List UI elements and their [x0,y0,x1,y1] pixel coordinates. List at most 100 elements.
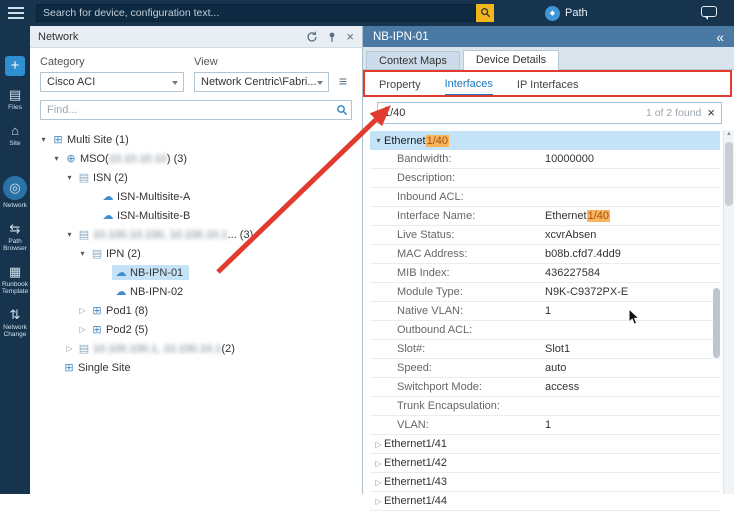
find-search-icon[interactable] [336,104,348,119]
expander-icon[interactable]: ▷ [373,478,384,487]
inner-scrollbar-thumb[interactable] [713,288,720,358]
tree-item-nb-ipn-02[interactable]: ☁ NB-IPN-02 [30,282,362,301]
expander-icon[interactable]: ▾ [64,173,75,182]
redacted-text: 10.100.10.100, 10.100.10.1 [93,229,228,241]
network-change-icon: ⇅ [10,308,21,322]
runbook-template-icon: ▦ [9,265,21,279]
expander-icon[interactable]: ▷ [77,306,88,315]
expander-icon[interactable]: ▾ [64,230,75,239]
path-menu[interactable]: ◆ Path [545,4,588,22]
view-label: View [194,56,352,68]
pod-icon: ⊞ [90,323,104,336]
property-row: Inbound ACL: [370,188,720,207]
redacted-text: 10.10.10.10 [109,153,167,165]
sidebar-item-path-browser[interactable]: ⇆ Path Browser [0,222,30,252]
group-icon: ▤ [77,228,91,241]
tree-item-pod1[interactable]: ▷ ⊞ Pod1 (8) [30,301,362,320]
selected-tree-item[interactable]: ☁ NB-IPN-01 [112,265,189,280]
interface-search-input[interactable] [378,107,646,119]
tree-item-isn-multisite-b[interactable]: ☁ ISN-Multisite-B [30,206,362,225]
search-button[interactable] [476,4,494,22]
group-icon: ▤ [90,247,104,260]
tree-item-pod2[interactable]: ▷ ⊞ Pod2 (5) [30,320,362,339]
interface-group-ethernet-1-40[interactable]: ▾ Ethernet1/40 [370,131,720,150]
collapse-panel-icon[interactable]: « [716,30,724,44]
globe-icon: ⊕ [64,152,78,165]
interface-group-ethernet-1-43[interactable]: ▷ Ethernet1/43 [370,473,720,492]
clear-search-icon[interactable]: × [707,107,715,119]
chevron-down-icon [317,81,323,85]
files-icon: ▤ [9,88,21,102]
scrollbar-thumb[interactable] [725,142,733,206]
property-row: Slot#: Slot1 [370,340,720,359]
view-select[interactable]: Network Centric\Fabri... [194,72,329,92]
sidebar-item-runbook-template[interactable]: ▦ Runbook Template [0,265,30,295]
category-label: Category [40,56,184,68]
scroll-up-icon[interactable]: ▲ [724,131,734,137]
tab-interfaces[interactable]: Interfaces [445,72,493,96]
device-cloud-icon: ☁ [114,285,128,298]
tab-property[interactable]: Property [379,73,421,95]
interface-group-ethernet-1-44[interactable]: ▷ Ethernet1/44 [370,492,720,511]
path-label: Path [565,7,588,19]
property-row: Outbound ACL: [370,321,720,340]
expander-icon[interactable]: ▷ [77,325,88,334]
expander-icon[interactable]: ▾ [51,154,62,163]
tree-item-fabric2[interactable]: ▷ ▤ 10.100.100.1, 10.100.10.1 (2) [30,339,362,358]
sidebar-item-site[interactable]: ⌂ Site [0,124,30,147]
tab-device-details[interactable]: Device Details [463,50,559,70]
vertical-scrollbar[interactable]: ▲ [723,130,734,494]
group-icon: ▤ [77,171,91,184]
expander-icon[interactable]: ▾ [77,249,88,258]
search-result-count: 1 of 2 found [646,107,701,119]
device-cloud-icon: ☁ [101,209,115,222]
tree-item-fabric[interactable]: ▾ ▤ 10.100.10.100, 10.100.10.1... (3) [30,225,362,244]
expander-icon[interactable]: ▾ [373,136,384,145]
property-row: Trunk Encapsulation: [370,397,720,416]
filters: Category Cisco ACI View Network Centric\… [30,48,362,92]
active-highlight: ◎ [3,176,27,200]
global-search [36,4,494,22]
tree-item-ipn[interactable]: ▾ ▤ IPN (2) [30,244,362,263]
tab-context-maps[interactable]: Context Maps [366,51,460,69]
main-menu-icon[interactable] [8,7,24,22]
group-icon: ▤ [77,342,91,355]
tree-item-nb-ipn-01[interactable]: ☁ NB-IPN-01 [30,263,362,282]
interface-group-ethernet-1-42[interactable]: ▷ Ethernet1/42 [370,454,720,473]
close-icon[interactable]: × [346,31,354,43]
expander-icon[interactable]: ▷ [373,440,384,449]
device-name: NB-IPN-01 [373,31,429,43]
category-select[interactable]: Cisco ACI [40,72,184,92]
interface-list: ▾ Ethernet1/40 Bandwidth: 10000000 Descr… [370,131,720,511]
property-row: MAC Address: b08b.cfd7.4dd9 [370,245,720,264]
interface-group-ethernet-1-41[interactable]: ▷ Ethernet1/41 [370,435,720,454]
details-subtab-bar: Property Interfaces IP Interfaces [363,70,734,97]
tab-ip-interfaces[interactable]: IP Interfaces [517,73,579,95]
tree-item-isn[interactable]: ▾ ▤ ISN (2) [30,168,362,187]
tree-item-isn-multisite-a[interactable]: ☁ ISN-Multisite-A [30,187,362,206]
tree-item-single-site[interactable]: ⊞ Single Site [30,358,362,377]
network-icon: ◎ [9,181,20,195]
device-details-header: NB-IPN-01 « [363,26,734,47]
sidebar-item-network[interactable]: ◎ Network [0,176,30,209]
expander-icon[interactable]: ▷ [373,497,384,506]
pin-icon[interactable] [326,31,338,43]
details-tab-bar: Context Maps Device Details [363,47,734,70]
chevron-down-icon [172,81,178,85]
tree-item-mso[interactable]: ▾ ⊕ MSO(10.10.10.10) (3) [30,149,362,168]
find-input[interactable] [40,100,352,120]
refresh-icon[interactable] [306,31,318,43]
tree-item-multi-site[interactable]: ▾ ⊞ Multi Site (1) [30,130,362,149]
expander-icon[interactable]: ▾ [38,135,49,144]
sidebar-item-files[interactable]: ▤ Files [0,88,30,111]
sidebar-item-network-change[interactable]: ⇅ Network Change [0,308,30,338]
search-icon [480,6,491,21]
feedback-bubble-icon[interactable] [701,6,717,17]
view-menu-icon[interactable]: ≡ [334,73,352,91]
expander-icon[interactable]: ▷ [373,459,384,468]
expander-icon[interactable]: ▷ [64,344,75,353]
global-search-input[interactable] [36,4,476,22]
add-button[interactable]: + [5,56,25,76]
property-row: Bandwidth: 10000000 [370,150,720,169]
network-panel: Network × Category Cisco ACI View Networ… [30,26,363,494]
